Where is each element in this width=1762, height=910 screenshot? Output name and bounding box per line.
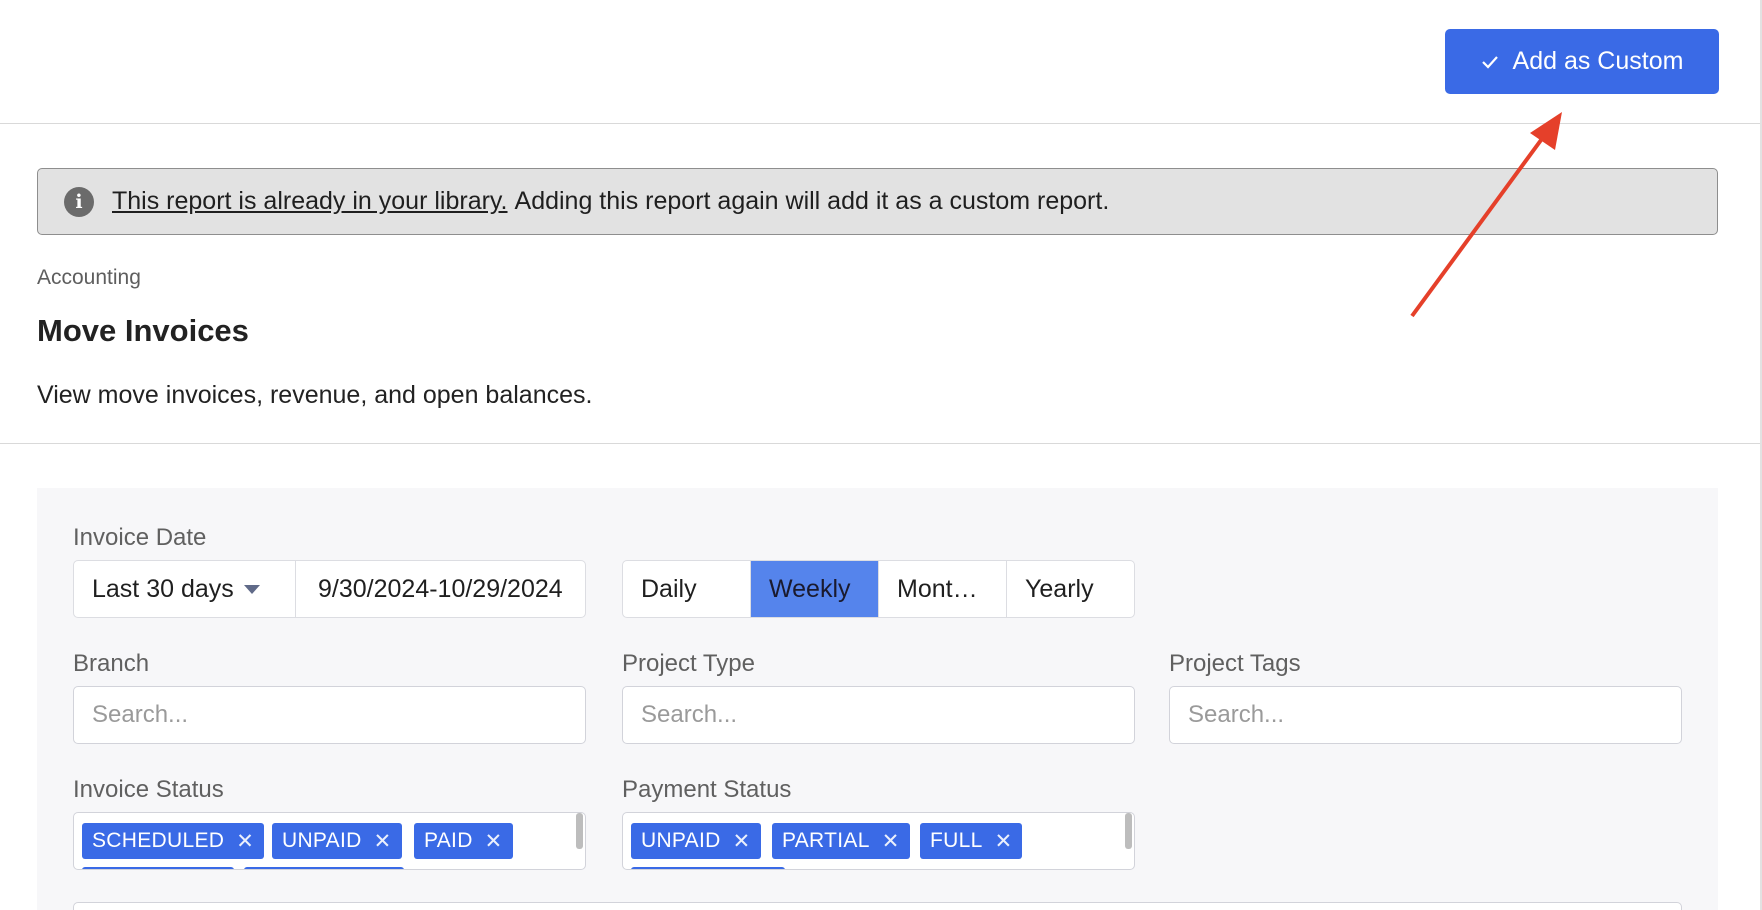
report-title: Move Invoices [37,313,249,348]
interval-option-monthly[interactable]: Mont… [879,561,1007,617]
branch-label: Branch [73,650,150,677]
invoice-status-multiselect[interactable]: SCHEDULED ✕ UNPAID ✕ PAID ✕ [73,812,586,870]
close-icon[interactable]: ✕ [733,829,751,854]
invoice-status-tag: PAID ✕ [414,823,513,859]
tag-label: UNPAID [641,829,721,852]
payment-status-multiselect[interactable]: UNPAID ✕ PARTIAL ✕ FULL ✕ [622,812,1135,870]
notice-message: Adding this report again will add it as … [514,187,1110,215]
close-icon[interactable]: ✕ [882,829,900,854]
tag-label: FULL [930,829,983,852]
interval-option-weekly[interactable]: Weekly [751,561,879,617]
tag-label: PARTIAL [782,829,870,852]
payment-status-tag-overflow [631,867,785,869]
section-divider [0,443,1760,444]
project-tags-label: Project Tags [1169,650,1301,677]
date-range-input[interactable] [296,561,585,617]
invoice-status-label: Invoice Status [73,776,224,803]
tagbox-scrollbar[interactable] [576,813,583,849]
close-icon[interactable]: ✕ [374,829,392,854]
invoice-status-tag: UNPAID ✕ [272,823,402,859]
close-icon[interactable]: ✕ [995,829,1013,854]
next-filter-input[interactable] [73,902,1682,910]
payment-status-tag: UNPAID ✕ [631,823,761,859]
invoice-status-tag: SCHEDULED ✕ [82,823,265,859]
add-as-custom-button[interactable]: Add as Custom [1445,29,1719,94]
invoice-status-tag-overflow [82,867,234,869]
tag-label: UNPAID [282,829,362,852]
branch-search-input[interactable] [73,686,586,744]
project-type-label: Project Type [622,650,755,677]
invoice-date-control: Last 30 days [73,560,586,618]
add-as-custom-label: Add as Custom [1512,47,1684,75]
invoice-status-tag-overflow [244,867,404,869]
check-icon [1481,55,1498,69]
date-range-dropdown[interactable]: Last 30 days [74,561,296,617]
interval-option-yearly[interactable]: Yearly [1007,561,1134,617]
payment-status-label: Payment Status [622,776,792,803]
invoice-date-label: Invoice Date [73,524,207,551]
payment-status-tag: PARTIAL ✕ [772,823,910,859]
info-icon: i [64,186,94,217]
tagbox-scrollbar[interactable] [1125,813,1132,849]
report-description: View move invoices, revenue, and open ba… [37,381,593,409]
payment-status-tag: FULL ✕ [920,823,1023,859]
already-in-library-notice: i This report is already in your library… [37,168,1718,235]
interval-option-daily[interactable]: Daily [623,561,751,617]
interval-segmented-control: Daily Weekly Mont… Yearly [622,560,1135,618]
tag-label: SCHEDULED [92,829,225,852]
tag-label: PAID [424,829,473,852]
date-range-value: Last 30 days [92,574,234,603]
library-link[interactable]: This report is already in your library. [112,187,508,216]
close-icon[interactable]: ✕ [485,829,503,854]
top-toolbar: Add as Custom [0,0,1760,124]
project-tags-search-input[interactable] [1169,686,1682,744]
report-category: Accounting [37,266,141,289]
project-type-search-input[interactable] [622,686,1135,744]
caret-down-icon [243,584,260,594]
close-icon[interactable]: ✕ [236,829,254,854]
